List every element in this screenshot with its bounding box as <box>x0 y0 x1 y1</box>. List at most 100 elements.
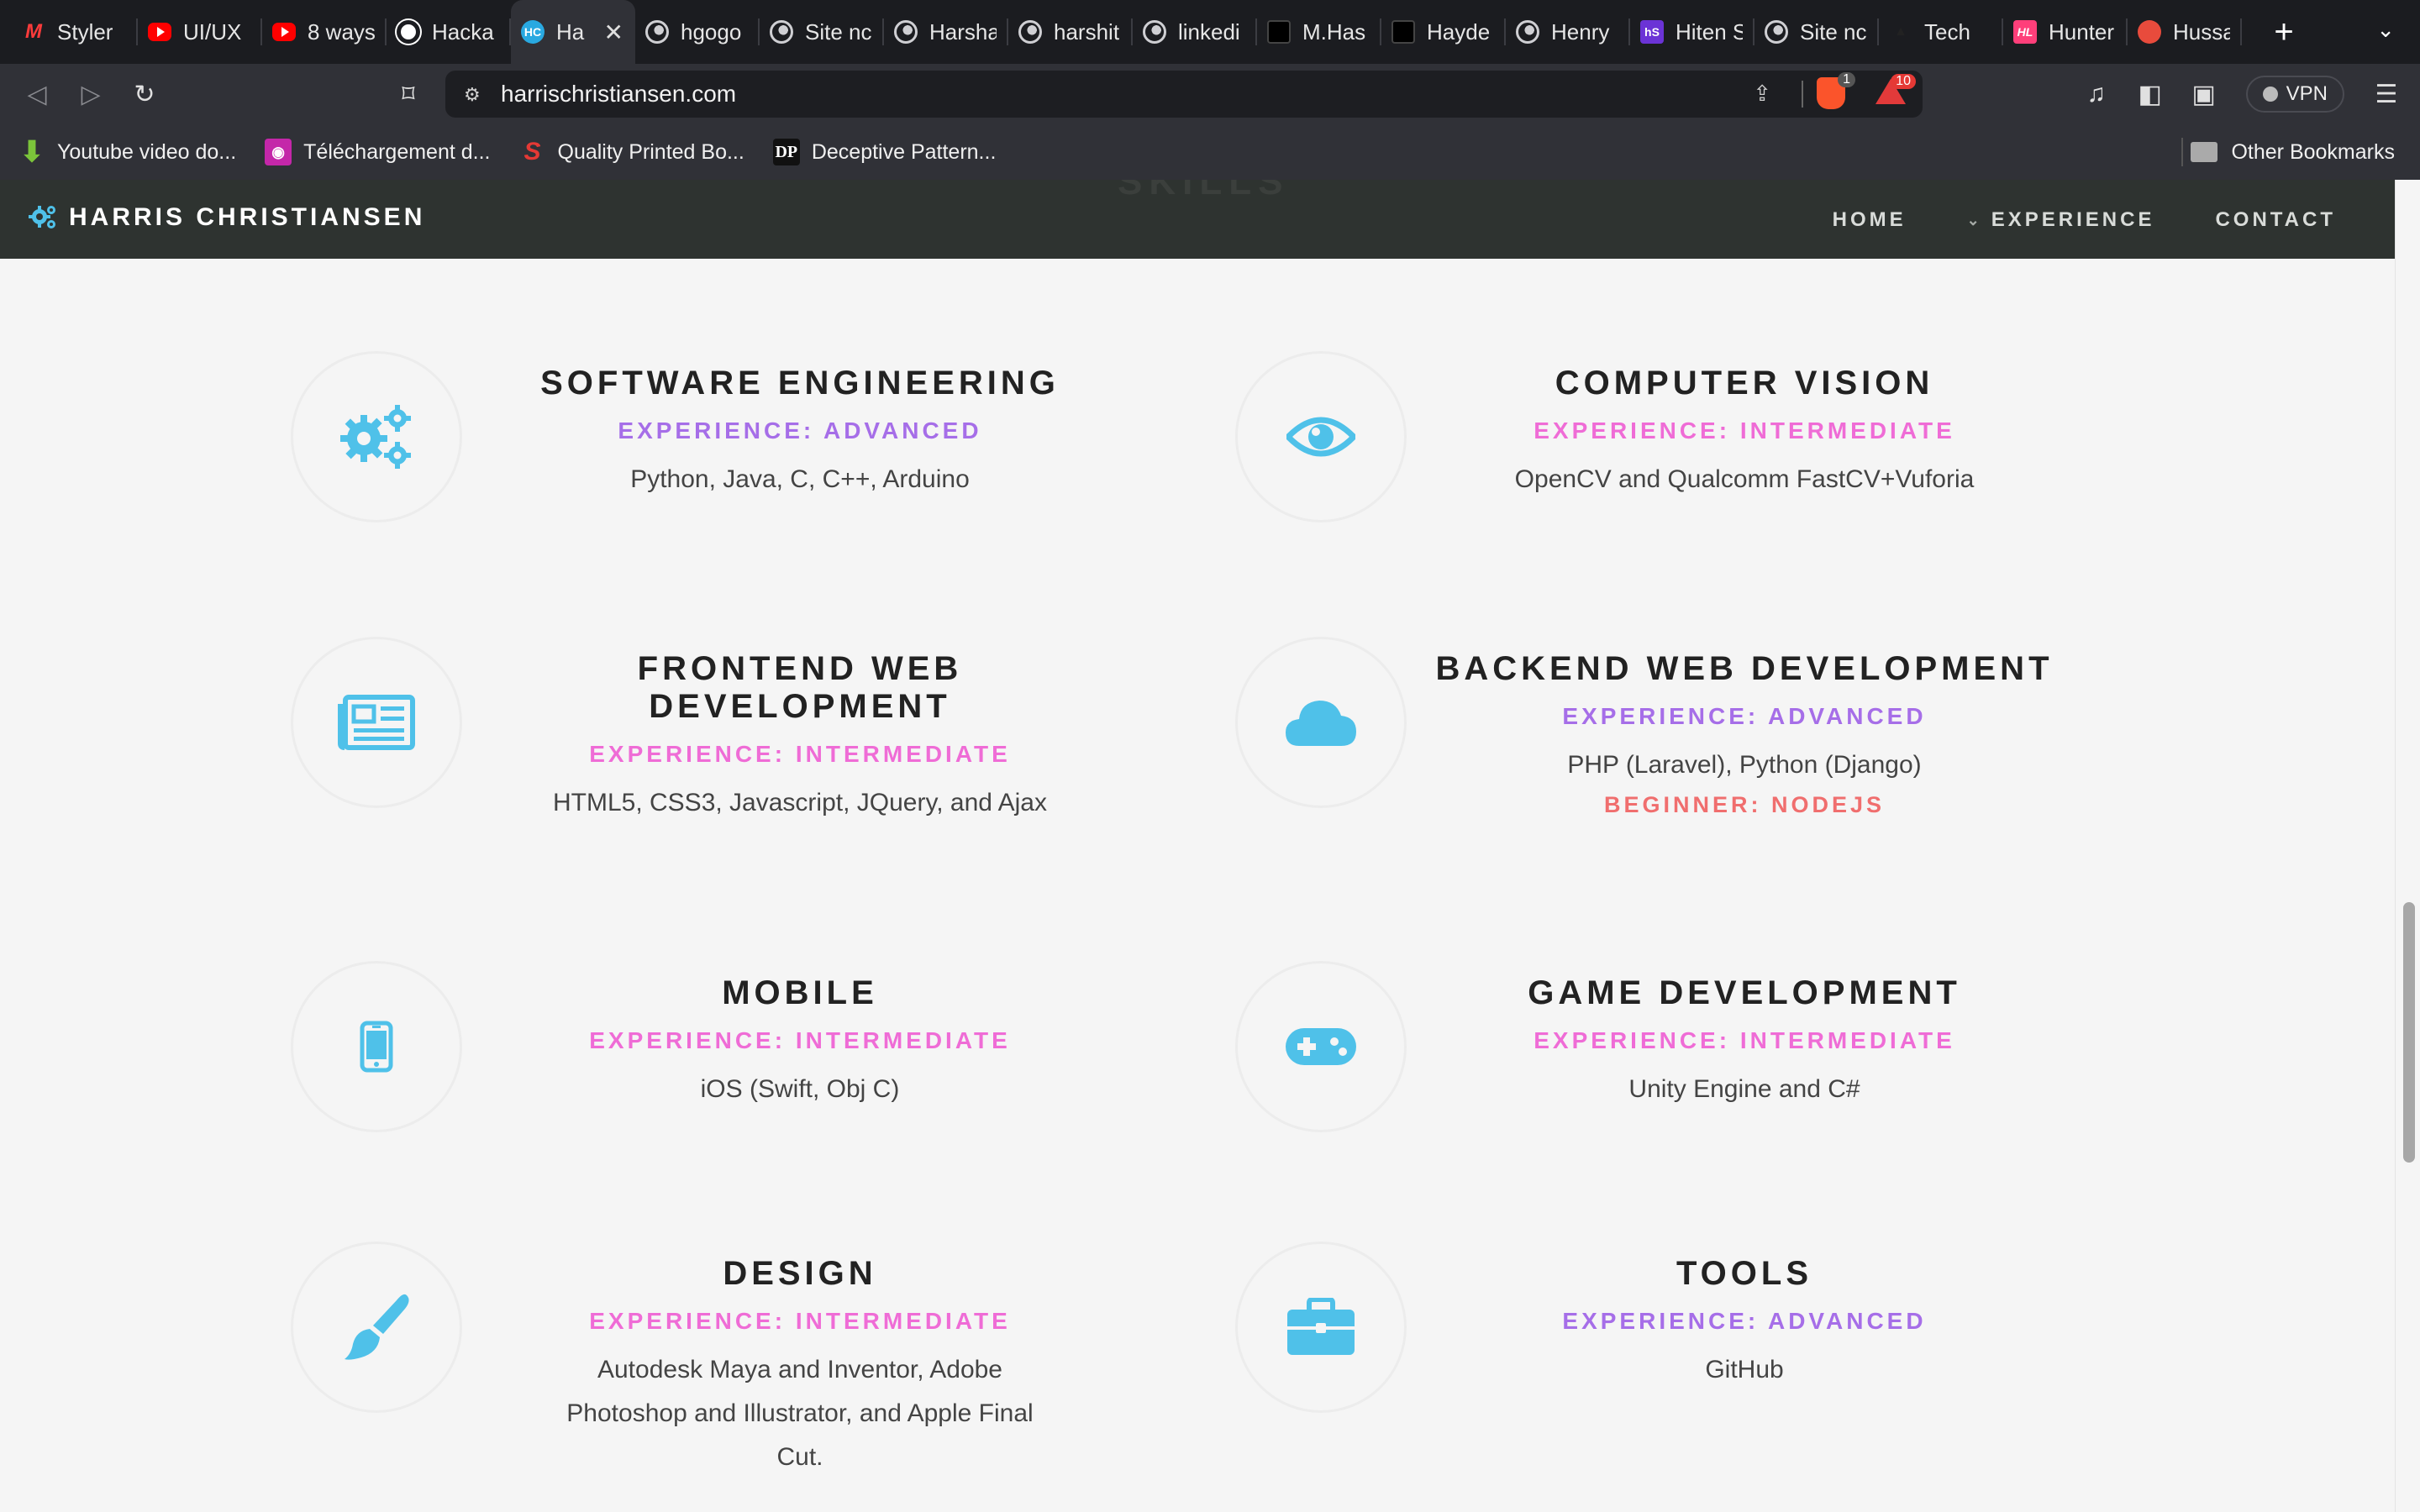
vpn-label: VPN <box>2286 82 2328 105</box>
skill-body: SOFTWARE ENGINEERING EXPERIENCE: ADVANCE… <box>481 365 1119 501</box>
skill-body: DESIGN EXPERIENCE: INTERMEDIATE Autodesk… <box>481 1255 1119 1479</box>
skill-level: EXPERIENCE: INTERMEDIATE <box>1534 1027 1955 1053</box>
address-bar[interactable]: ⚙ harrischristiansen.com ⇪ 1 10 <box>445 71 1923 118</box>
gears-logo-icon <box>29 206 55 228</box>
other-bookmarks[interactable]: Other Bookmarks <box>2191 140 2395 165</box>
address-bar-divider <box>1802 81 1803 108</box>
tab-tech[interactable]: ▲ Tech <box>1879 0 2003 64</box>
youtube-icon <box>272 23 296 41</box>
skill-icon-circle <box>1235 637 1407 808</box>
tab-hussa[interactable]: Hussa <box>2128 0 2242 64</box>
eye-icon <box>1286 417 1355 457</box>
site-settings-icon[interactable]: ⚙ <box>464 84 486 105</box>
skill-icon-circle <box>1235 1242 1407 1413</box>
new-tab-button[interactable]: + <box>2267 13 2301 51</box>
skill-description: iOS (Swift, Obj C) <box>700 1075 900 1103</box>
globe-icon <box>1018 20 1042 44</box>
bookmark-youtube-video-downloader[interactable]: ⬇ Youtube video do... <box>18 136 236 168</box>
brave-shields-icon[interactable]: 1 <box>1817 72 1855 109</box>
tab-uiux[interactable]: UI/UX <box>138 0 262 64</box>
gamepad-icon <box>1286 1028 1356 1065</box>
tab-hayde[interactable]: Hayde <box>1381 0 1506 64</box>
back-button[interactable]: ◁ <box>20 77 54 111</box>
hu-icon: HL <box>2013 20 2037 44</box>
globe-icon <box>1143 20 1166 44</box>
download-arrow-icon: ⬇ <box>19 136 45 168</box>
skill-level: EXPERIENCE: INTERMEDIATE <box>589 741 1011 767</box>
page-scrollbar[interactable] <box>2395 180 2420 1512</box>
m-logo-icon: M <box>25 20 42 43</box>
tab-harsha[interactable]: Harsha <box>884 0 1008 64</box>
bookmark-label: Quality Printed Bo... <box>557 139 744 164</box>
reload-button[interactable]: ↻ <box>128 77 161 111</box>
nav-experience[interactable]: ⌄ EXPERIENCE <box>1967 208 2155 232</box>
skill-level: EXPERIENCE: ADVANCED <box>1562 703 1927 729</box>
skill-body: BACKEND WEB DEVELOPMENT EXPERIENCE: ADVA… <box>1425 650 2064 818</box>
skill-title: TOOLS <box>1676 1255 1813 1292</box>
nav-home[interactable]: HOME <box>1833 208 1907 232</box>
skill-icon-circle <box>1235 961 1407 1132</box>
tab-hgogo[interactable]: hgogo <box>635 0 760 64</box>
tab-hunter[interactable]: HL Hunter <box>2003 0 2128 64</box>
skill-software-engineering: SOFTWARE ENGINEERING EXPERIENCE: ADVANCE… <box>291 351 1223 528</box>
skill-body: GAME DEVELOPMENT EXPERIENCE: INTERMEDIAT… <box>1425 974 2064 1111</box>
dark-square-icon <box>1392 20 1415 44</box>
skill-title: COMPUTER VISION <box>1555 365 1934 402</box>
forward-button[interactable]: ▷ <box>74 77 108 111</box>
tab-henry[interactable]: Henry <box>1506 0 1630 64</box>
url-text[interactable]: harrischristiansen.com <box>501 81 736 108</box>
cloud-icon <box>1286 701 1356 746</box>
bookmark-icon[interactable]: ⌑ <box>392 77 425 111</box>
music-icon[interactable]: ♫ <box>2070 80 2123 108</box>
section-title-peek: SKILLS <box>1118 180 1290 202</box>
bookmark-quality-printed[interactable]: S Quality Printed Bo... <box>519 138 744 165</box>
hs-icon: hS <box>1640 20 1664 44</box>
bookmark-telechargement[interactable]: ◉ Téléchargement d... <box>265 139 491 165</box>
share-icon[interactable]: ⇪ <box>1753 81 1771 107</box>
menu-icon[interactable]: ☰ <box>2360 80 2413 109</box>
newspaper-icon <box>338 695 415 750</box>
tab-m-has[interactable]: M.Has <box>1257 0 1381 64</box>
tab-list-chevron-icon[interactable]: ⌄ <box>2376 17 2395 43</box>
skill-body: COMPUTER VISION EXPERIENCE: INTERMEDIATE… <box>1425 365 2064 501</box>
skill-level: EXPERIENCE: INTERMEDIATE <box>589 1027 1011 1053</box>
close-tab-icon[interactable]: ✕ <box>604 18 623 46</box>
other-bookmarks-label: Other Bookmarks <box>2231 139 2395 164</box>
vpn-button[interactable]: VPN <box>2245 76 2344 113</box>
site-brand[interactable]: HARRIS CHRISTIANSEN <box>29 203 425 232</box>
skill-description: GitHub <box>1705 1356 1784 1383</box>
tab-8-ways[interactable]: 8 ways <box>262 0 387 64</box>
sidebar-icon[interactable]: ◧ <box>2123 80 2177 109</box>
bookmark-deceptive-patterns[interactable]: DP Deceptive Pattern... <box>772 139 996 165</box>
tab-site-nc-2[interactable]: Site nc <box>1754 0 1879 64</box>
brave-rewards-icon[interactable]: 10 <box>1876 74 1916 104</box>
shields-badge: 1 <box>1838 72 1855 87</box>
skill-title: BACKEND WEB DEVELOPMENT <box>1435 650 2054 687</box>
briefcase-icon <box>1287 1298 1355 1355</box>
skill-description: Autodesk Maya and Inventor, Adobe Photos… <box>566 1356 1034 1471</box>
nav-contact[interactable]: CONTACT <box>2215 208 2336 232</box>
mushroom-icon <box>2138 20 2161 44</box>
skill-description: HTML5, CSS3, Javascript, JQuery, and Aja… <box>552 789 1047 816</box>
scrollbar-thumb[interactable] <box>2403 902 2415 1163</box>
skill-frontend-web-development: FRONTEND WEB DEVELOPMENT EXPERIENCE: INT… <box>291 637 1223 816</box>
folder-icon <box>2191 142 2218 162</box>
skill-icon-circle <box>291 961 462 1132</box>
tab-harshit[interactable]: harshit <box>1008 0 1133 64</box>
tab-hiten[interactable]: hS Hiten S <box>1630 0 1754 64</box>
skill-level: EXPERIENCE: ADVANCED <box>618 417 982 444</box>
tab-hackathon[interactable]: Hacka <box>387 0 511 64</box>
tab-site-nc-1[interactable]: Site nc <box>760 0 884 64</box>
skill-description: OpenCV and Qualcomm FastCV+Vuforia <box>1514 465 1975 493</box>
skill-icon-circle <box>291 351 462 522</box>
wallet-icon[interactable]: ▣ <box>2177 80 2231 109</box>
skill-level: EXPERIENCE: ADVANCED <box>1562 1308 1927 1334</box>
skill-title: DESIGN <box>723 1255 877 1292</box>
tab-linkedin[interactable]: linkedi <box>1133 0 1257 64</box>
skill-description: Unity Engine and C# <box>1628 1075 1860 1103</box>
skill-title: GAME DEVELOPMENT <box>1528 974 1961 1011</box>
youtube-icon <box>148 23 171 41</box>
tab-harris-christiansen[interactable]: HC Ha ✕ <box>511 0 635 64</box>
tab-styler[interactable]: M Styler <box>12 0 138 64</box>
web-page: SKILLS HARRIS CHRISTIANSEN HOME ⌄ EXPERIE… <box>0 180 2420 1512</box>
